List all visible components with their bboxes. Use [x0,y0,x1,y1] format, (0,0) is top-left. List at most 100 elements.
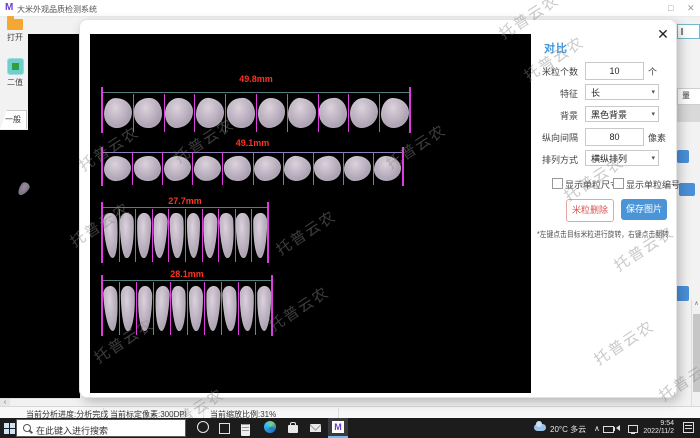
grain-separator-line [238,282,239,335]
ruler-end-tick [271,275,273,336]
vertical-scrollbar[interactable]: ∧ ∨ [691,300,700,416]
scroll-left-icon[interactable]: ‹ [0,399,10,406]
show-grain-number-label: 显示单粒编号 [626,178,680,191]
delete-grain-button[interactable]: 米粒删除 [566,199,614,222]
app-title: 大米外观品质检测系统 [17,4,97,15]
rice-grain[interactable] [137,286,152,331]
dialog-close-icon[interactable]: ✕ [654,25,672,43]
tray-expand-icon[interactable]: ∧ [594,424,600,433]
dialog-title: 对比 [544,40,568,56]
field-label: 纵向间隔 [530,131,578,144]
main-image-canvas-left[interactable] [0,130,28,398]
field-unit: 像素 [648,131,666,144]
comparison-dialog: 49.8mm49.1mm27.7mm28.1mm 对比 ✕ 米粒个数10个特征长… [80,20,676,397]
open-button[interactable]: 打开 [2,19,28,43]
ruler-end-tick [101,275,103,336]
button-row: 米粒删除 保存图片 [80,199,676,221]
field-label: 特征 [530,87,578,100]
rice-grain[interactable] [189,286,203,331]
rice-grain[interactable] [205,286,221,331]
form-row: 纵向间隔 80 像素 [80,128,676,144]
taskbar: 在此键入进行搜索 M 20°C 多云 ∧ 9:54 2022/11/2 [0,418,700,438]
form-row: 背景黑色背景▾ [80,106,676,122]
rice-grain[interactable] [221,286,237,332]
save-image-button[interactable]: 保存图片 [621,199,667,220]
close-button[interactable]: ✕ [687,2,695,14]
clock-time: 9:54 [638,420,674,428]
store-icon[interactable] [288,421,302,435]
field-label: 背景 [530,109,578,122]
weather-text[interactable]: 20°C 多云 [550,424,586,435]
ruler-line [102,280,272,281]
speaker-icon[interactable] [616,425,620,431]
field-select[interactable]: 横纵排列▾ [585,150,659,166]
binarize-button[interactable]: 二值 [2,58,28,88]
binarize-button-label: 二值 [2,77,28,88]
network-icon[interactable] [628,425,638,433]
form-row: 米粒个数 10 个 [80,62,676,78]
rice-grain[interactable] [256,286,271,331]
partial-gray-bar [676,103,700,122]
partial-input-fragment [677,24,700,39]
start-button-icon[interactable] [4,423,15,434]
clock[interactable]: 9:54 2022/11/2 [638,420,674,436]
grain-separator-line [136,282,137,335]
field-input[interactable]: 10 [585,62,644,80]
scrollbar-thumb[interactable] [693,314,700,392]
scroll-up-icon[interactable]: ∧ [692,300,700,309]
action-center-icon[interactable] [683,422,694,433]
edge-browser-icon[interactable] [264,421,278,435]
search-icon [23,424,31,432]
show-grain-size-label: 显示单粒尺寸 [565,178,619,191]
grain-separator-line [204,282,205,335]
field-label: 排列方式 [530,153,578,166]
weather-icon[interactable] [534,424,546,431]
file-explorer-icon[interactable] [241,422,255,436]
rice-grain[interactable] [153,286,169,332]
field-select[interactable]: 黑色背景▾ [585,106,659,122]
grain-separator-line [221,282,222,335]
show-grain-number-checkbox[interactable] [613,178,624,189]
partial-button-fragment [679,183,695,196]
cortana-icon[interactable] [197,421,211,435]
rice-grain[interactable] [239,286,254,331]
tab-level-one[interactable]: 一般 [0,110,27,129]
taskbar-search-input[interactable]: 在此键入进行搜索 [16,419,186,437]
dropdown-arrow-icon: ▾ [651,85,655,101]
open-button-label: 打开 [2,32,28,43]
grain-separator-line [119,282,120,335]
field-unit: 个 [648,65,657,78]
partial-tab-fragment: 量 [677,88,700,105]
field-select[interactable]: 长▾ [585,84,659,100]
dropdown-arrow-icon: ▾ [651,107,655,123]
grain-separator-line [153,282,154,335]
app-icon: M [332,421,344,433]
folder-icon [7,19,23,30]
mail-icon[interactable] [310,421,324,435]
active-app-taskbar-button[interactable]: M [328,418,348,438]
form-row: 特征长▾ [80,84,676,100]
form-row: 排列方式横纵排列▾ [80,150,676,166]
field-label: 米粒个数 [530,65,578,78]
rice-grain[interactable] [120,286,135,331]
app-logo-icon: M [5,2,13,14]
measurement-label: 28.1mm [102,269,272,279]
grain-separator-line [255,282,256,335]
grain-separator-line [187,282,188,335]
maximize-button[interactable]: □ [668,2,673,14]
dropdown-arrow-icon: ▾ [651,151,655,167]
search-placeholder: 在此键入进行搜索 [36,424,108,437]
field-input[interactable]: 80 [585,128,644,146]
desktop: M 大米外观品质检测系统 □ ✕ 打开 二值 一般 ‹ 量 ∧ ∨ 当前分析进度… [0,0,700,438]
partial-button-fragment [677,150,689,163]
rice-grain[interactable] [102,286,118,332]
task-view-icon[interactable] [219,421,233,435]
dialog-hint-note: *左键点击目标米粒进行旋转，右键点击翻转 [537,229,656,240]
grain-separator-line [170,282,171,335]
main-image-canvas[interactable] [28,34,80,398]
checkbox-row: 显示单粒尺寸 显示单粒编号 [80,178,676,190]
app-titlebar: M 大米外观品质检测系统 □ ✕ [0,0,700,17]
partial-button-fragment [676,286,689,301]
rice-grain[interactable] [171,286,187,331]
show-grain-size-checkbox[interactable] [552,178,563,189]
